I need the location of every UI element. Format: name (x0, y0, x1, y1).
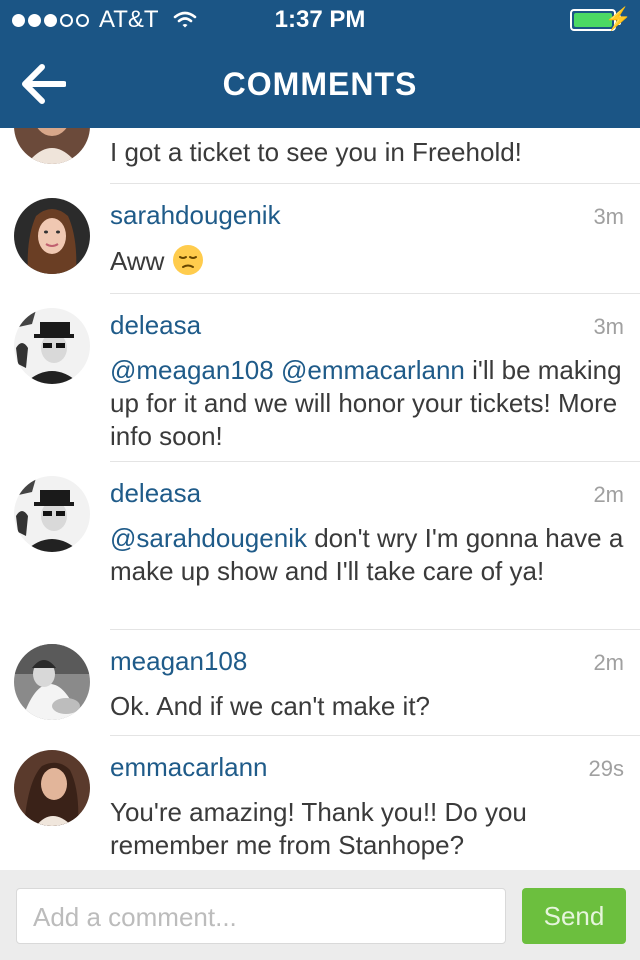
comment-username[interactable]: sarahdougenik (110, 200, 281, 231)
comment-text: @sarahdougenik don't wry I'm gonna have … (110, 523, 624, 586)
comment-username[interactable]: deleasa (110, 478, 201, 509)
send-button[interactable]: Send (522, 888, 626, 944)
comment-text: You're amazing! Thank you!! Do you remem… (110, 797, 527, 860)
avatar[interactable] (14, 198, 90, 274)
comment-timestamp: 3m (593, 204, 624, 229)
comment-composer: Add a comment... Send (0, 870, 640, 960)
comment-row: I got a ticket to see you in Freehold! (0, 128, 640, 184)
avatar[interactable] (14, 308, 90, 384)
avatar[interactable] (14, 750, 90, 826)
comment-username[interactable]: meagan108 (110, 646, 247, 677)
comment-username[interactable]: deleasa (110, 310, 201, 341)
comment-timestamp: 2m (593, 482, 624, 507)
comment-text: Ok. And if we can't make it? (110, 691, 430, 721)
avatar[interactable] (14, 128, 90, 164)
comment-row: deleasa 3m @meagan108 @emmacarlann i'll … (0, 294, 640, 462)
comment-text: @meagan108 @emmacarlann i'll be making u… (110, 355, 622, 451)
comment-input[interactable]: Add a comment... (16, 888, 506, 944)
comment-row: sarahdougenik 3m Aww (0, 184, 640, 294)
comment-timestamp: 29s (588, 756, 624, 781)
comment-timestamp: 2m (593, 650, 624, 675)
charging-bolt-icon: ⚡ (604, 6, 632, 31)
comment-row: emmacarlann 29s You're amazing! Thank yo… (0, 736, 640, 870)
pensive-face-emoji (172, 245, 203, 275)
navigation-bar: COMMENTS (0, 40, 640, 128)
comments-list[interactable]: I got a ticket to see you in Freehold! s… (0, 128, 640, 870)
status-time: 1:37 PM (274, 6, 366, 33)
comment-text: Aww (110, 244, 625, 278)
status-bar: AT&T 1:37 PM ⚡ (0, 0, 640, 40)
avatar[interactable] (14, 644, 90, 720)
comment-row: deleasa 2m @sarahdougenik don't wry I'm … (0, 462, 640, 630)
comment-timestamp: 3m (593, 314, 624, 339)
page-title: COMMENTS (222, 66, 418, 102)
comment-text: I got a ticket to see you in Freehold! (110, 137, 522, 167)
comment-row: meagan108 2m Ok. And if we can't make it… (0, 630, 640, 736)
avatar[interactable] (14, 476, 90, 552)
mention-link[interactable]: @emmacarlann (281, 355, 465, 385)
comment-username[interactable]: emmacarlann (110, 752, 268, 783)
mention-link[interactable]: @sarahdougenik (110, 523, 307, 553)
mention-link[interactable]: @meagan108 (110, 355, 274, 385)
